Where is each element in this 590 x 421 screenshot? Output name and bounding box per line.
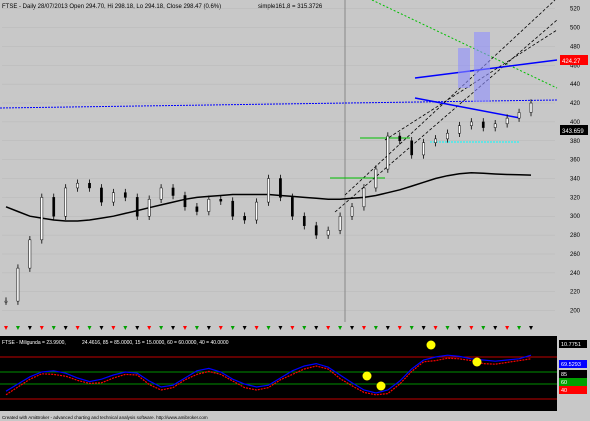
signal-dot-4[interactable] xyxy=(472,357,482,367)
price-tick-label: 480 xyxy=(570,44,581,50)
footer-credit: Created with AmiBroker - advanced charti… xyxy=(2,415,208,420)
candle xyxy=(219,199,223,202)
candle xyxy=(255,201,258,221)
stock-chart[interactable]: FTSE - Daily 28/07/2013 Open 294.70, Hi … xyxy=(0,0,590,421)
candle xyxy=(231,200,235,217)
candle xyxy=(279,178,282,198)
price-tick-label: 440 xyxy=(570,82,581,88)
oscillator-header: FTSE - Miligunda = 23.9900, xyxy=(2,340,66,346)
candle xyxy=(123,192,127,198)
candle xyxy=(493,123,497,128)
candle xyxy=(446,132,449,140)
ma-header-label: simple161,8 = 315.3726 xyxy=(258,4,323,10)
signal-dot-2[interactable] xyxy=(376,381,386,391)
box-highlight-1[interactable] xyxy=(458,48,470,88)
candle xyxy=(243,215,246,221)
candle xyxy=(314,225,318,236)
candle xyxy=(88,182,91,189)
candle xyxy=(76,182,79,189)
price-tick-label: 340 xyxy=(570,177,581,183)
candle xyxy=(4,300,8,303)
candle xyxy=(386,135,390,170)
current-price-label: 424.27 xyxy=(562,59,581,65)
candle xyxy=(135,197,139,217)
osc-value-label: 60 xyxy=(561,380,567,386)
price-tick-label: 200 xyxy=(570,309,581,315)
candle xyxy=(529,102,533,113)
price-tick-label: 240 xyxy=(570,271,581,277)
candle xyxy=(350,206,354,217)
signal-dot-1[interactable] xyxy=(362,371,372,381)
price-tick-label: 360 xyxy=(570,158,581,164)
candle xyxy=(195,206,199,212)
price-info-header: FTSE - Daily 28/07/2013 Open 294.70, Hi … xyxy=(2,4,221,10)
candle xyxy=(374,168,378,189)
candle xyxy=(505,117,509,125)
candle xyxy=(267,178,270,203)
signal-dot-3[interactable] xyxy=(426,340,436,350)
osc-value-label: 10.7751 xyxy=(561,342,581,348)
oscillator-values: 24.4616, 85 = 85.0000, 15 = 15.0000, 60 … xyxy=(82,340,229,346)
ma-value-label: 343.659 xyxy=(562,129,584,135)
osc-value-label: 40 xyxy=(561,388,567,394)
candle xyxy=(159,187,163,200)
osc-value-label: 85 xyxy=(561,372,567,378)
price-tick-label: 300 xyxy=(570,214,581,220)
candle xyxy=(410,140,414,156)
candle xyxy=(398,135,402,142)
box-highlight-2[interactable] xyxy=(474,32,490,102)
candle xyxy=(52,197,56,217)
candle xyxy=(338,215,342,231)
candle xyxy=(64,187,68,217)
candle xyxy=(291,197,294,217)
candle xyxy=(302,215,306,226)
candle xyxy=(434,138,437,143)
candle xyxy=(207,199,211,212)
candle xyxy=(517,112,521,119)
candle xyxy=(28,239,32,269)
price-tick-label: 380 xyxy=(570,139,581,145)
price-tick-label: 280 xyxy=(570,233,581,239)
candle xyxy=(422,142,425,156)
candle xyxy=(326,230,330,236)
price-tick-label: 220 xyxy=(570,290,581,296)
oscillator-panel xyxy=(0,336,557,411)
candle xyxy=(147,199,151,217)
price-panel xyxy=(0,0,590,336)
candle xyxy=(469,121,473,126)
candle xyxy=(362,187,366,208)
candle xyxy=(40,197,44,241)
price-tick-label: 500 xyxy=(570,26,581,32)
candle xyxy=(481,121,485,128)
candle xyxy=(100,187,103,203)
candle xyxy=(171,187,175,196)
date-strip xyxy=(0,322,557,336)
price-tick-label: 320 xyxy=(570,195,581,201)
candle xyxy=(16,267,20,302)
price-tick-label: 420 xyxy=(570,101,581,107)
osc-value-label: 69.5293 xyxy=(561,362,581,368)
price-tick-label: 520 xyxy=(570,7,581,13)
candle xyxy=(112,192,115,203)
candle xyxy=(183,195,187,208)
candle xyxy=(458,125,461,134)
price-tick-label: 260 xyxy=(570,252,581,258)
